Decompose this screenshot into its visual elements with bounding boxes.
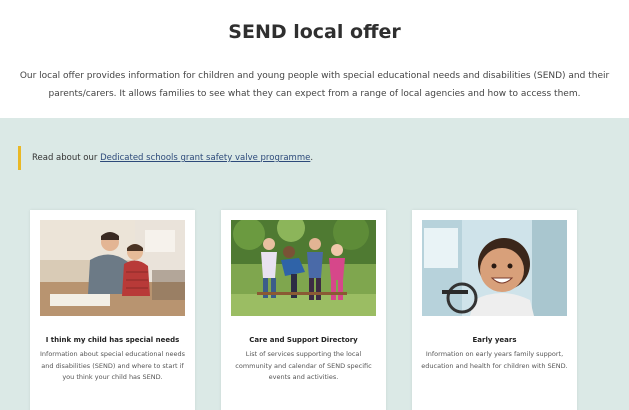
safety-valve-programme-link[interactable]: Dedicated schools grant safety valve pro… — [100, 153, 310, 163]
page: SEND local offer Our local offer provide… — [0, 0, 629, 410]
card-description: Information on early years family suppor… — [421, 350, 568, 370]
page-header: SEND local offer Our local offer provide… — [0, 0, 629, 118]
notice-prefix: Read about our — [32, 153, 101, 163]
card-special-needs[interactable]: I think my child has special needs Infor… — [30, 210, 195, 410]
parent-and-child-reading-illustration — [40, 220, 185, 316]
children-playing-outdoors-image[interactable] — [231, 220, 376, 316]
notice-text: Read about our Dedicated schools grant s… — [32, 153, 313, 163]
card-description: List of services supporting the local co… — [235, 350, 372, 381]
smiling-child-illustration — [422, 220, 567, 316]
children-playing-outdoors-illustration — [231, 220, 376, 316]
intro-paragraph: Our local offer provides information for… — [19, 71, 610, 99]
notice-accent-bar — [18, 146, 21, 170]
card-description: Information about special educational ne… — [40, 350, 185, 381]
notice-suffix: . — [310, 153, 314, 163]
card-title[interactable]: I think my child has special needs — [36, 336, 189, 344]
parent-and-child-reading-image[interactable] — [40, 220, 185, 316]
page-title: SEND local offer — [228, 21, 401, 43]
card-early-years[interactable]: Early years Information on early years f… — [412, 210, 577, 410]
smiling-child-image[interactable] — [422, 220, 567, 316]
card-title[interactable]: Early years — [418, 336, 571, 344]
card-care-support-directory[interactable]: Care and Support Directory List of servi… — [221, 210, 386, 410]
notice-callout: Read about our Dedicated schools grant s… — [18, 146, 313, 170]
card-title[interactable]: Care and Support Directory — [227, 336, 380, 344]
